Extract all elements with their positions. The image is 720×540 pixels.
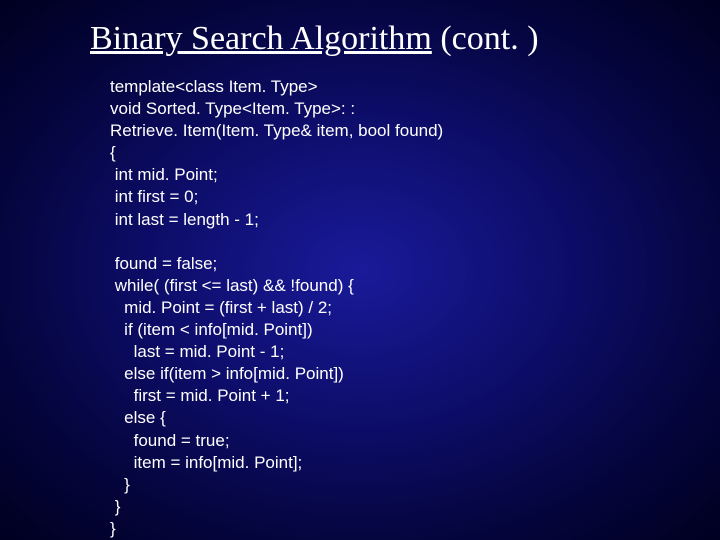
code-line: void Sorted. Type<Item. Type>: : [110,99,355,118]
slide-title: Binary Search Algorithm (cont. ) [90,20,680,58]
code-line: if (item < info[mid. Point]) [110,320,313,339]
code-line: item = info[mid. Point]; [110,453,302,472]
code-line: int first = 0; [110,187,198,206]
code-line: first = mid. Point + 1; [110,386,290,405]
code-line: } [110,475,130,494]
code-line: { [110,143,116,162]
title-underlined: Binary Search Algorithm [90,20,432,57]
title-rest: (cont. ) [432,20,539,57]
code-line: else if(item > info[mid. Point]) [110,364,344,383]
code-line: int last = length - 1; [110,210,259,229]
code-line: else { [110,408,166,427]
code-line: found = false; [110,254,217,273]
code-line: found = true; [110,431,230,450]
code-line: template<class Item. Type> [110,77,318,96]
code-block: template<class Item. Type> void Sorted. … [110,76,680,540]
code-line: Retrieve. Item(Item. Type& item, bool fo… [110,121,443,140]
slide: Binary Search Algorithm (cont. ) templat… [0,0,720,540]
code-line: } [110,497,120,516]
code-line: } [110,519,116,538]
code-line: mid. Point = (first + last) / 2; [110,298,332,317]
code-line: last = mid. Point - 1; [110,342,284,361]
code-line: int mid. Point; [110,165,218,184]
code-line: while( (first <= last) && !found) { [110,276,354,295]
